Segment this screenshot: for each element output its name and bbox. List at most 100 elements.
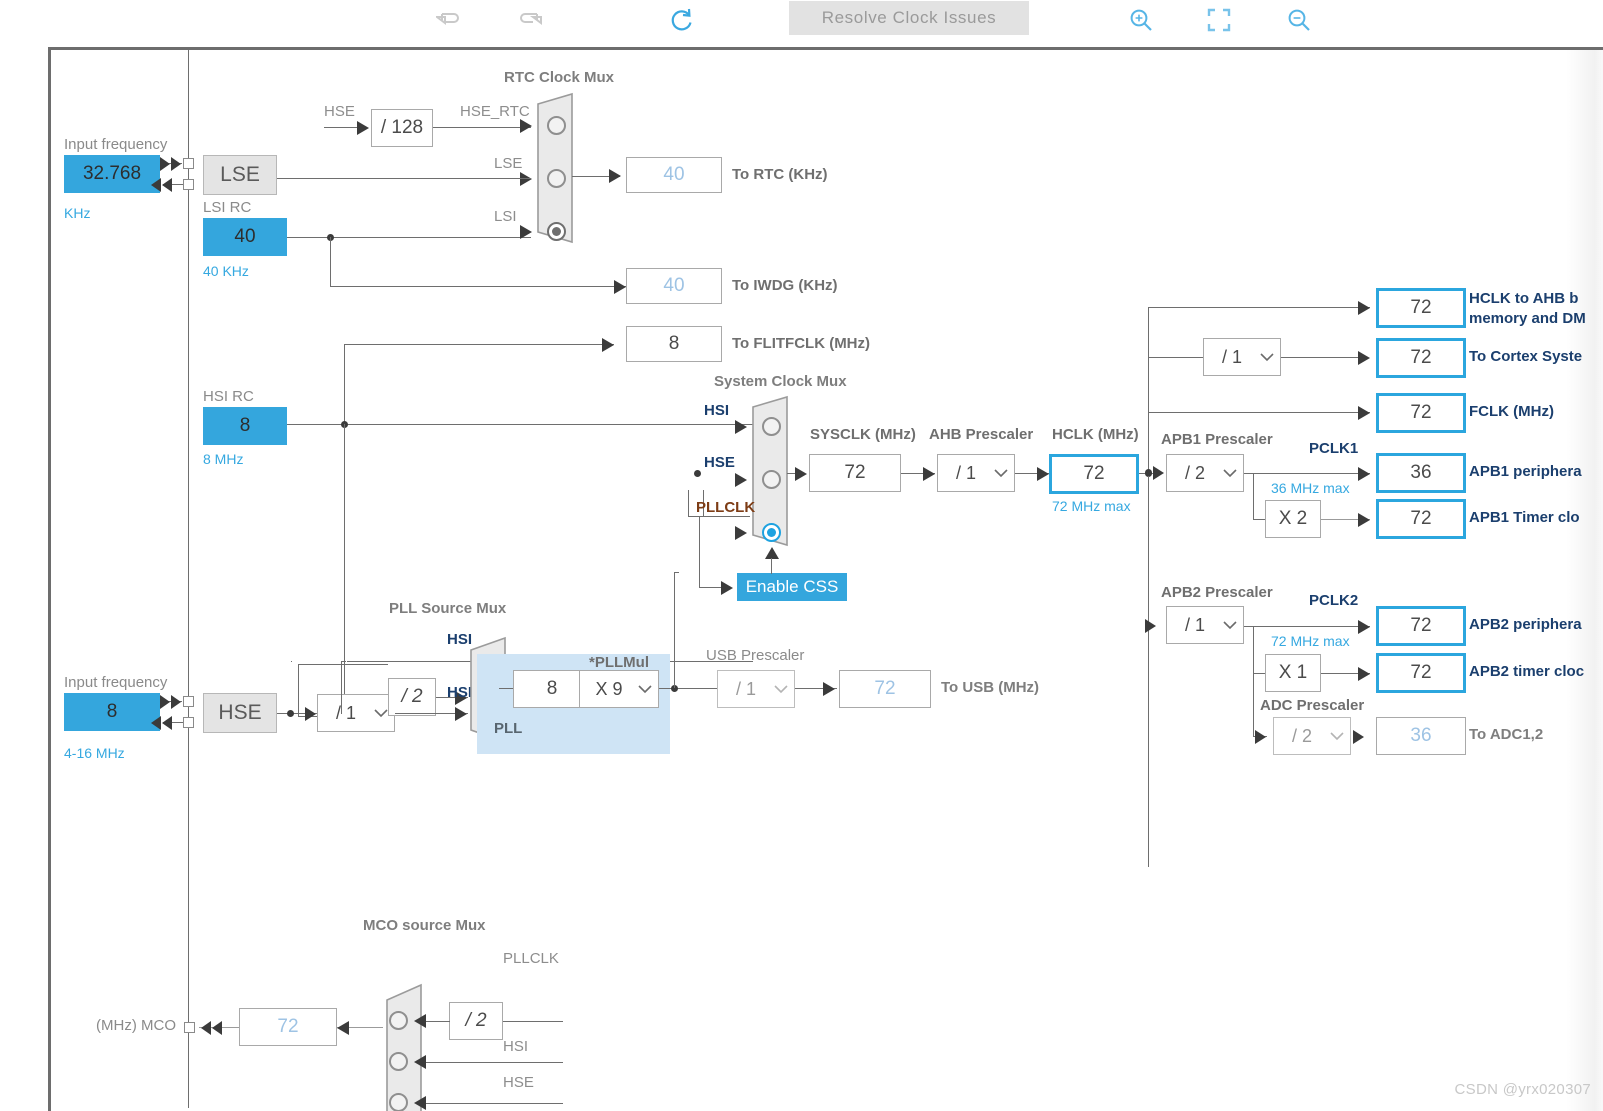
chevron-down-icon	[1217, 468, 1243, 478]
clock-configuration-panel[interactable]: Input frequency 32.768 KHz LSE LSI RC 40…	[48, 47, 1603, 1111]
hse-unit-label: 4-16 MHz	[64, 745, 125, 761]
pllmul-title: *PLLMul	[589, 654, 649, 671]
hse-input-frequency-field[interactable]: 8	[64, 693, 160, 731]
pclk2-arrow	[1358, 620, 1370, 634]
hse-rtc-divider[interactable]: / 128	[371, 109, 433, 147]
rtc-mux-in-arrow-hse-rtc	[520, 119, 532, 133]
sysclk-title: SYSCLK (MHz)	[810, 426, 916, 443]
enable-css-button[interactable]: Enable CSS	[737, 573, 847, 601]
enable-css-in-arrow	[721, 581, 733, 595]
sysclk-in-arrow	[795, 467, 807, 481]
hse-rtc-in-label: HSE	[324, 103, 355, 120]
usb-label: To USB (MHz)	[941, 679, 1040, 696]
flitf-arrow	[602, 338, 614, 352]
sysclk-mux-option-hsi[interactable]	[762, 417, 781, 436]
hse-block[interactable]: HSE	[203, 693, 277, 733]
hclk-in-arrow	[1037, 467, 1049, 481]
apb1-timer-multiplier: X 2	[1265, 500, 1321, 538]
pll-hsi-divider: / 2	[388, 678, 436, 716]
fclk-wire	[1148, 412, 1370, 413]
hclk-max-label: 72 MHz max	[1052, 498, 1131, 514]
apb2-timer-wire	[1253, 673, 1265, 674]
zoom-out-button[interactable]	[1278, 0, 1320, 40]
hclk-ahb-label-line2: memory and DM	[1469, 310, 1586, 327]
mco-pin[interactable]	[184, 1022, 195, 1033]
undo-button[interactable]	[428, 0, 470, 40]
hse-in-pin[interactable]	[183, 696, 194, 707]
hse-out-pin[interactable]	[183, 717, 194, 728]
lsi-wire	[287, 237, 531, 238]
apb1-prescaler-select[interactable]: / 2	[1166, 454, 1244, 492]
lse-input-frequency-field[interactable]: 32.768	[64, 155, 160, 193]
lse-block[interactable]: LSE	[203, 155, 277, 195]
mco-hse-wire	[426, 1103, 563, 1104]
to-iwdg-label: To IWDG (KHz)	[732, 277, 838, 294]
mco-in-arrow-pllclk	[414, 1014, 426, 1028]
apb1-timer-arrow	[1358, 513, 1370, 527]
cortex-prescaler-select[interactable]: / 1	[1203, 338, 1281, 376]
lsi-rc-value[interactable]: 40	[203, 218, 287, 256]
to-iwdg-value: 40	[626, 268, 722, 304]
hclk-bus-vertical	[1148, 307, 1149, 867]
refresh-button[interactable]	[661, 0, 703, 40]
apb2-timer-value: 72	[1376, 653, 1466, 693]
hclk-value: 72	[1049, 454, 1139, 494]
lse-in-pin[interactable]	[183, 158, 194, 169]
sysclk-mux-option-pllclk[interactable]	[762, 523, 781, 542]
pclk1-wire	[1244, 473, 1370, 474]
watermark: CSDN @yrx020307	[1454, 1081, 1591, 1098]
pll-hop	[674, 572, 679, 573]
rtc-mux-option-lse[interactable]	[547, 169, 566, 188]
mco-pllclk-wire	[503, 1021, 563, 1022]
sysclk-in-arrow-hsi	[735, 420, 747, 434]
apb1-periph-value: 36	[1376, 453, 1466, 493]
system-clock-mux-title: System Clock Mux	[714, 373, 847, 390]
sysclk-mux-option-hse[interactable]	[762, 470, 781, 489]
adc-prescaler-title: ADC Prescaler	[1260, 697, 1365, 714]
lse-unit-label: KHz	[64, 205, 91, 221]
chevron-down-icon	[768, 684, 794, 694]
lse-out-pin[interactable]	[183, 179, 194, 190]
mco-source-mux[interactable]	[383, 980, 423, 1111]
mco-mux-option-hse[interactable]	[389, 1093, 408, 1111]
usb-prescaler-select[interactable]: / 1	[717, 670, 795, 708]
chevron-down-icon	[1254, 352, 1280, 362]
hse-prescaler-select[interactable]: / 1	[317, 694, 395, 732]
redo-button[interactable]	[509, 0, 551, 40]
resolve-clock-issues-button[interactable]: Resolve Clock Issues	[789, 1, 1029, 35]
lse-out-arrow-2	[162, 178, 172, 192]
adc-prescaler-value: / 2	[1291, 725, 1312, 746]
clock-tree-canvas[interactable]: Input frequency 32.768 KHz LSE LSI RC 40…	[51, 50, 1603, 1111]
hsi-div2-riser	[298, 664, 299, 716]
rtc-out-arrow	[609, 169, 621, 183]
to-flitfclk-label: To FLITFCLK (MHz)	[732, 335, 871, 352]
mco-mux-option-pllclk[interactable]	[389, 1011, 408, 1030]
pllmul-select[interactable]: X 9	[579, 670, 659, 708]
mco-hse-label: HSE	[503, 1074, 534, 1091]
iwdg-arrow	[614, 280, 626, 294]
apb1-periph-label: APB1 periphera	[1469, 463, 1582, 480]
pclk2-wire	[1244, 626, 1370, 627]
mco-mux-option-hsi[interactable]	[389, 1052, 408, 1071]
ahb-prescaler-select[interactable]: / 1	[937, 454, 1015, 492]
left-bus-line	[188, 50, 189, 1108]
rtc-mux-in-arrow-lse	[520, 172, 532, 186]
rtc-mux-option-hse-rtc[interactable]	[547, 116, 566, 135]
lsi-iwdg-wire	[330, 286, 626, 287]
zoom-in-button[interactable]	[1120, 0, 1162, 40]
chevron-down-icon	[1324, 731, 1350, 741]
hsi-rc-value[interactable]: 8	[203, 407, 287, 445]
rtc-mux-option-lsi[interactable]	[547, 222, 566, 241]
apb2-prescaler-select[interactable]: / 1	[1166, 606, 1244, 644]
fit-to-screen-button[interactable]	[1198, 0, 1240, 40]
mco-source-mux-title: MCO source Mux	[363, 917, 486, 934]
pll-source-mux-title: PLL Source Mux	[389, 600, 507, 617]
mco-pllclk-label: PLLCLK	[503, 950, 559, 967]
hse-out-arrow-1	[151, 716, 161, 730]
mco-pllclk-wire-in	[426, 1021, 450, 1022]
adc-prescaler-select[interactable]: / 2	[1273, 717, 1351, 755]
lse-out-arrow-1	[151, 178, 161, 192]
mco-pin-arrow-1	[201, 1021, 211, 1035]
pclk1-arrow	[1358, 467, 1370, 481]
hclk-ahb-wire	[1148, 307, 1370, 308]
